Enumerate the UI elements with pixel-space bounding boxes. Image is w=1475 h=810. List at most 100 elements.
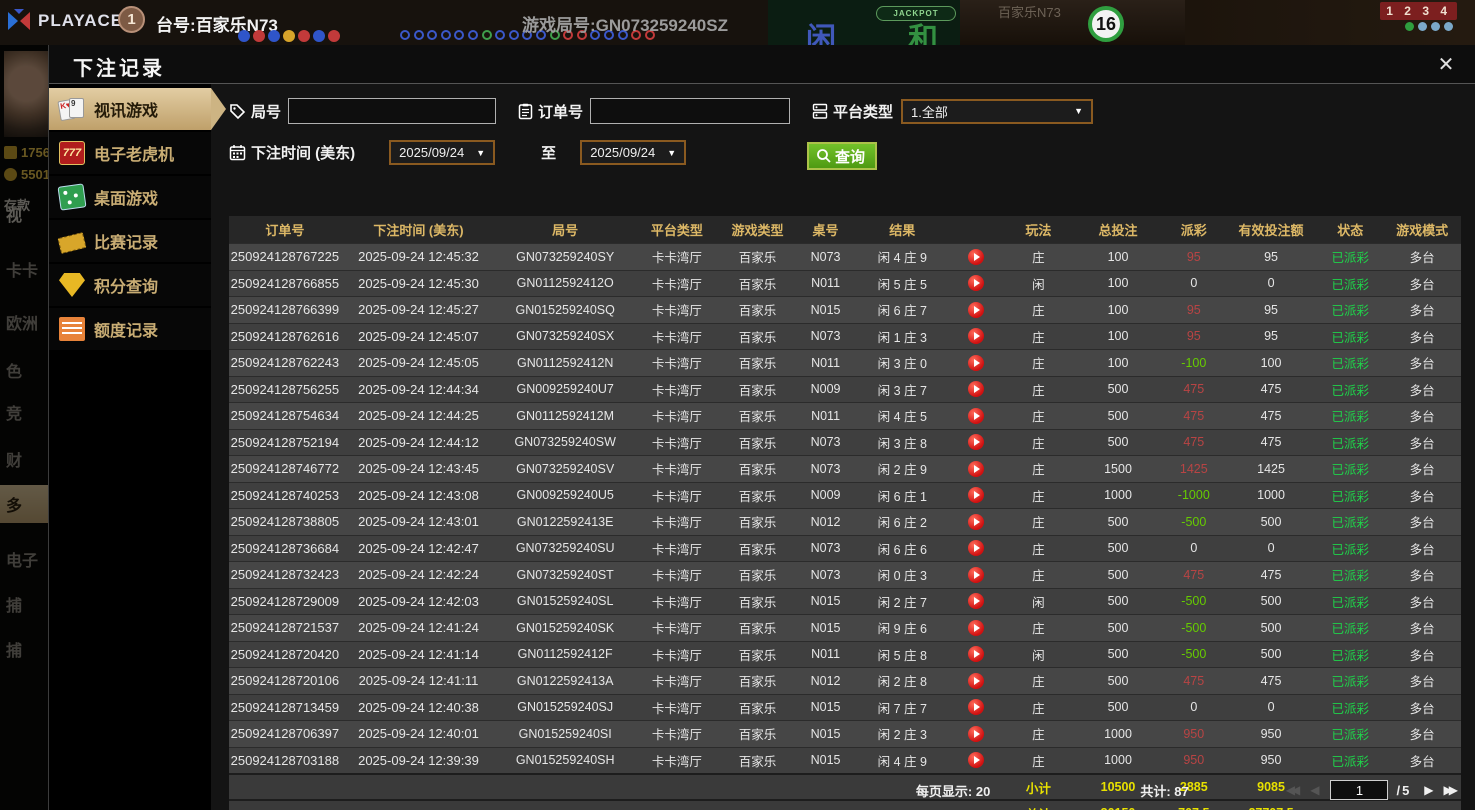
next-page-icon[interactable]: ▶ [1424,783,1429,797]
cell-game-mode: 多台 [1383,565,1461,584]
play-video-icon[interactable] [968,620,984,636]
table-row: 250924128752194 2025-09-24 12:44:12 GN07… [229,429,1461,456]
play-video-icon[interactable] [968,567,984,583]
cell-game-type: 百家乐 [720,247,796,266]
cell-round-no: GN073259240SW [496,435,634,449]
col-table-no: 桌号 [795,220,855,239]
cell-round-no: GN073259240SU [496,541,634,555]
cell-payout: 0 [1163,541,1225,555]
play-video-icon[interactable] [968,540,984,556]
cell-bet-time: 2025-09-24 12:43:08 [341,488,496,503]
play-video-icon[interactable] [968,381,984,397]
cell-order-no: 250924128729009 [229,594,341,609]
cell-valid-bet: 500 [1225,621,1317,635]
cell-payout: 475 [1163,674,1225,688]
tab-table-games[interactable]: 桌面游戏 [49,176,211,218]
cell-round-no: GN073259240ST [496,568,634,582]
cell-total-bet: 500 [1073,568,1162,582]
play-video-icon[interactable] [968,593,984,609]
cell-wager: 庄 [1003,618,1073,637]
cell-platform: 卡卡湾厅 [634,645,720,664]
cell-status: 已派彩 [1317,247,1383,266]
play-video-icon[interactable] [968,249,984,265]
cell-table-no: N073 [795,462,855,476]
cell-status: 已派彩 [1317,459,1383,478]
first-page-icon[interactable]: ◀◀ [1286,783,1296,797]
table-header-row: 订单号 下注时间 (美东) 局号 平台类型 游戏类型 桌号 结果 玩法 总投注 … [229,216,1461,243]
close-icon[interactable]: ✕ [1433,52,1459,78]
play-video-icon[interactable] [968,434,984,450]
cell-valid-bet: 95 [1225,303,1317,317]
play-video-icon[interactable] [968,646,984,662]
cell-game-type: 百家乐 [720,698,796,717]
table-row: 250924128720106 2025-09-24 12:41:11 GN01… [229,667,1461,694]
play-video-icon[interactable] [968,673,984,689]
prev-page-icon[interactable]: ◀ [1310,783,1315,797]
cell-bet-time: 2025-09-24 12:41:11 [341,673,496,688]
date-to-picker[interactable]: 2025/09/24 ▼ [580,140,686,165]
cell-round-no: GN0112592412M [496,409,634,423]
cell-payout: -500 [1163,515,1225,529]
cell-table-no: N073 [795,250,855,264]
cell-game-mode: 多台 [1383,486,1461,505]
play-video-icon[interactable] [968,328,984,344]
grand-total-total-bet: 30150 [1073,806,1162,810]
cell-wager: 庄 [1003,380,1073,399]
cell-replay [949,275,1003,291]
tab-quota-records[interactable]: 额度记录 [49,308,211,350]
modal-titlebar: 下注记录 ✕ [49,45,1475,84]
cell-status: 已派彩 [1317,724,1383,743]
cell-wager: 庄 [1003,433,1073,452]
cell-status: 已派彩 [1317,618,1383,637]
table-row: 250924128706397 2025-09-24 12:40:01 GN01… [229,720,1461,747]
cell-replay [949,381,1003,397]
page-number-input[interactable] [1330,780,1388,800]
play-video-icon[interactable] [968,408,984,424]
cell-result: 闲 3 庄 7 [856,380,949,399]
cell-wager: 庄 [1003,698,1073,717]
cell-game-type: 百家乐 [720,300,796,319]
play-video-icon[interactable] [968,302,984,318]
play-video-icon[interactable] [968,275,984,291]
order-no-input[interactable] [590,98,790,124]
cell-total-bet: 100 [1073,303,1162,317]
cell-status: 已派彩 [1317,698,1383,717]
table-row: 250924128703188 2025-09-24 12:39:39 GN01… [229,747,1461,774]
last-page-icon[interactable]: ▶▶ [1444,783,1454,797]
search-button[interactable]: 查询 [807,142,877,170]
cell-payout: -500 [1163,594,1225,608]
cell-round-no: GN015259240SI [496,727,634,741]
cell-replay [949,752,1003,768]
countdown-timer: 16 [1088,6,1124,42]
play-video-icon[interactable] [968,699,984,715]
tab-match-records[interactable]: 比赛记录 [49,220,211,262]
tab-video-games[interactable]: K♥9 视讯游戏 [49,88,211,130]
platform-type-select[interactable]: 1.全部 ▼ [901,99,1093,124]
cell-replay [949,461,1003,477]
date-from-picker[interactable]: 2025/09/24 ▼ [389,140,495,165]
cell-order-no: 250924128732423 [229,567,341,582]
play-video-icon[interactable] [968,355,984,371]
play-video-icon[interactable] [968,461,984,477]
table-row: 250924128762616 2025-09-24 12:45:07 GN07… [229,323,1461,350]
cell-wager: 庄 [1003,353,1073,372]
play-video-icon[interactable] [968,487,984,503]
cell-result: 闲 5 庄 8 [856,645,949,664]
cell-bet-time: 2025-09-24 12:42:47 [341,541,496,556]
cell-table-no: N009 [795,382,855,396]
cell-total-bet: 1000 [1073,488,1162,502]
play-video-icon[interactable] [968,514,984,530]
cell-game-mode: 多台 [1383,327,1461,346]
cell-game-type: 百家乐 [720,671,796,690]
tab-points-query[interactable]: 积分查询 [49,264,211,306]
round-no-input[interactable] [288,98,496,124]
chevron-down-icon: ▼ [476,148,485,158]
cell-status: 已派彩 [1317,592,1383,611]
play-video-icon[interactable] [968,726,984,742]
cell-valid-bet: 1425 [1225,462,1317,476]
cell-order-no: 250924128762616 [229,329,341,344]
tab-slot-machines[interactable]: 777 电子老虎机 [49,132,211,174]
cell-result: 闲 4 庄 9 [856,247,949,266]
play-video-icon[interactable] [968,752,984,768]
total-pages-label: 5 [1402,783,1409,798]
